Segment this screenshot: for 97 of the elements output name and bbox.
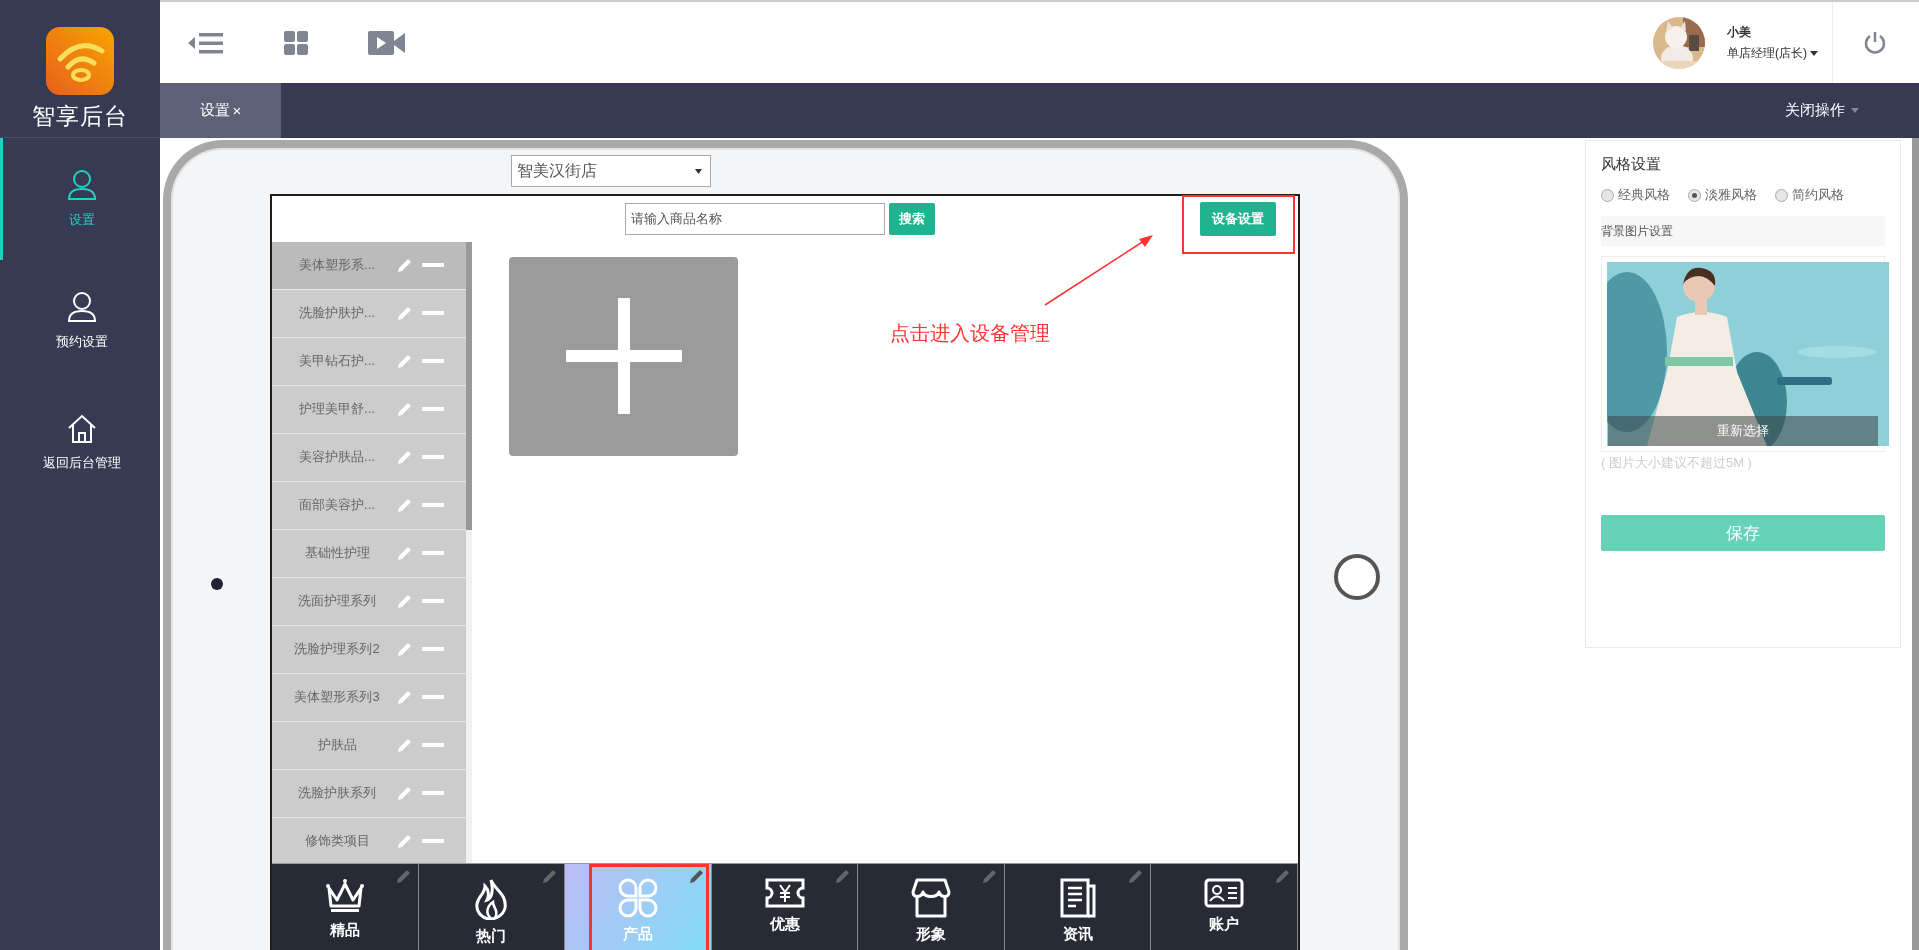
person-icon	[66, 169, 97, 201]
scrollbar[interactable]	[466, 241, 472, 864]
pencil-icon[interactable]	[1275, 868, 1292, 885]
crown-icon	[324, 878, 365, 915]
minus-icon[interactable]	[422, 647, 444, 652]
style-radio[interactable]: 经典风格	[1601, 186, 1670, 204]
bottom-tab[interactable]: 优惠	[711, 864, 859, 950]
minus-icon[interactable]	[422, 503, 444, 508]
search-button[interactable]: 搜索	[889, 202, 935, 235]
search-field[interactable]: 请输入商品名称	[625, 202, 885, 235]
caret-icon	[695, 168, 702, 174]
pencil-icon[interactable]	[542, 868, 559, 885]
minus-icon[interactable]	[422, 791, 444, 796]
panel-title: 风格设置	[1601, 155, 1661, 174]
category-name: 基础性护理	[303, 544, 371, 563]
category-item[interactable]: 美体塑形系列3	[272, 673, 466, 722]
category-item[interactable]: 洗脸护肤护...	[272, 289, 466, 338]
flame-icon	[473, 878, 510, 921]
tab[interactable]: 设置 ×	[160, 83, 281, 138]
radio-circle[interactable]	[1688, 188, 1701, 202]
category-name: 修饰类项目	[303, 832, 371, 851]
category-item[interactable]: 美甲钻石护...	[272, 337, 466, 386]
person-icon	[66, 291, 97, 323]
category-item[interactable]: 美容护肤品...	[272, 433, 466, 482]
bottom-tab[interactable]: 账户	[1151, 864, 1299, 950]
close-operations-menu[interactable]: 关闭操作	[1785, 83, 1859, 138]
shop-icon	[911, 878, 952, 919]
caret-icon	[1810, 50, 1818, 56]
category-name: 美甲钻石护...	[298, 352, 376, 371]
scrollbar[interactable]	[1912, 138, 1919, 950]
minus-icon[interactable]	[422, 311, 444, 316]
bottom-tab[interactable]: 形象	[858, 864, 1005, 950]
bottom-tab[interactable]: 资讯	[1004, 864, 1152, 950]
style-radio[interactable]: 淡雅风格	[1688, 186, 1757, 204]
store-select[interactable]: 智美汉街店	[511, 155, 711, 187]
category-name: 护肤品	[316, 736, 358, 755]
category-item[interactable]: 护理美甲舒...	[272, 385, 466, 434]
logo-text: 智享后台	[32, 102, 128, 131]
radio-circle[interactable]	[1601, 188, 1614, 202]
nav-item[interactable]: 返回后台管理	[0, 382, 160, 504]
category-name: 洗脸护肤系列	[297, 784, 377, 803]
category-item[interactable]: 修饰类项目	[272, 817, 466, 864]
pencil-icon[interactable]	[835, 868, 852, 885]
reselect-button[interactable]: 重新选择	[1608, 416, 1878, 446]
minus-icon[interactable]	[422, 407, 444, 412]
video-camera-icon[interactable]	[368, 30, 405, 55]
category-name: 美体塑形系...	[298, 256, 376, 275]
camera-dot	[211, 578, 223, 590]
tab-close[interactable]: ×	[232, 102, 242, 119]
logo-icon	[46, 27, 114, 95]
category-item[interactable]: 护肤品	[272, 721, 466, 770]
minus-icon[interactable]	[422, 551, 444, 556]
nav-item[interactable]: 预约设置	[0, 260, 160, 382]
category-item[interactable]: 基础性护理	[272, 529, 466, 578]
pencil-icon[interactable]	[981, 868, 998, 885]
user-name: 小美	[1727, 23, 1752, 41]
category-item[interactable]: 美体塑形系...	[272, 241, 466, 290]
collapse-menu-icon[interactable]	[188, 31, 224, 54]
pencil-icon[interactable]	[1128, 868, 1145, 885]
device-settings-button[interactable]: 设备设置	[1200, 201, 1276, 236]
section-header: 背景图片设置	[1601, 216, 1885, 246]
minus-icon[interactable]	[422, 743, 444, 748]
caret-icon	[1851, 108, 1859, 113]
category-item[interactable]: 洗脸护肤系列	[272, 769, 466, 818]
plus-icon	[565, 298, 682, 415]
category-name: 洗脸护理系列2	[293, 640, 381, 659]
grid-icon[interactable]	[284, 30, 308, 55]
id-card-icon	[1204, 878, 1245, 909]
minus-icon[interactable]	[422, 839, 444, 844]
style-radio[interactable]: 简约风格	[1775, 186, 1844, 204]
newspaper-icon	[1059, 878, 1096, 919]
category-name: 美体塑形系列3	[293, 688, 381, 707]
user-role-dropdown[interactable]: 单店经理(店长)	[1727, 44, 1818, 62]
minus-icon[interactable]	[422, 455, 444, 460]
category-item[interactable]: 洗脸护理系列2	[272, 625, 466, 674]
house-icon	[66, 414, 97, 444]
radio-circle[interactable]	[1775, 188, 1788, 202]
minus-icon[interactable]	[422, 263, 444, 268]
category-name: 面部美容护...	[298, 496, 376, 515]
clover-icon	[617, 878, 658, 919]
add-tile[interactable]	[509, 256, 738, 456]
ticket-icon	[764, 878, 805, 909]
annotation-text: 点击进入设备管理	[890, 321, 1050, 346]
pencil-icon[interactable]	[397, 257, 413, 274]
category-name: 美容护肤品...	[298, 448, 376, 467]
minus-icon[interactable]	[422, 695, 444, 700]
bottom-tab[interactable]: 精品	[272, 864, 419, 950]
category-name: 洗脸护肤护...	[298, 304, 376, 323]
power-icon[interactable]	[1863, 30, 1887, 55]
category-name: 护理美甲舒...	[298, 400, 376, 419]
category-item[interactable]: 面部美容护...	[272, 481, 466, 530]
category-item[interactable]: 洗面护理系列	[272, 577, 466, 626]
minus-icon[interactable]	[422, 359, 444, 364]
pencil-icon[interactable]	[688, 868, 705, 885]
pencil-icon[interactable]	[395, 868, 412, 885]
category-name: 洗面护理系列	[297, 592, 377, 611]
minus-icon[interactable]	[422, 599, 444, 604]
